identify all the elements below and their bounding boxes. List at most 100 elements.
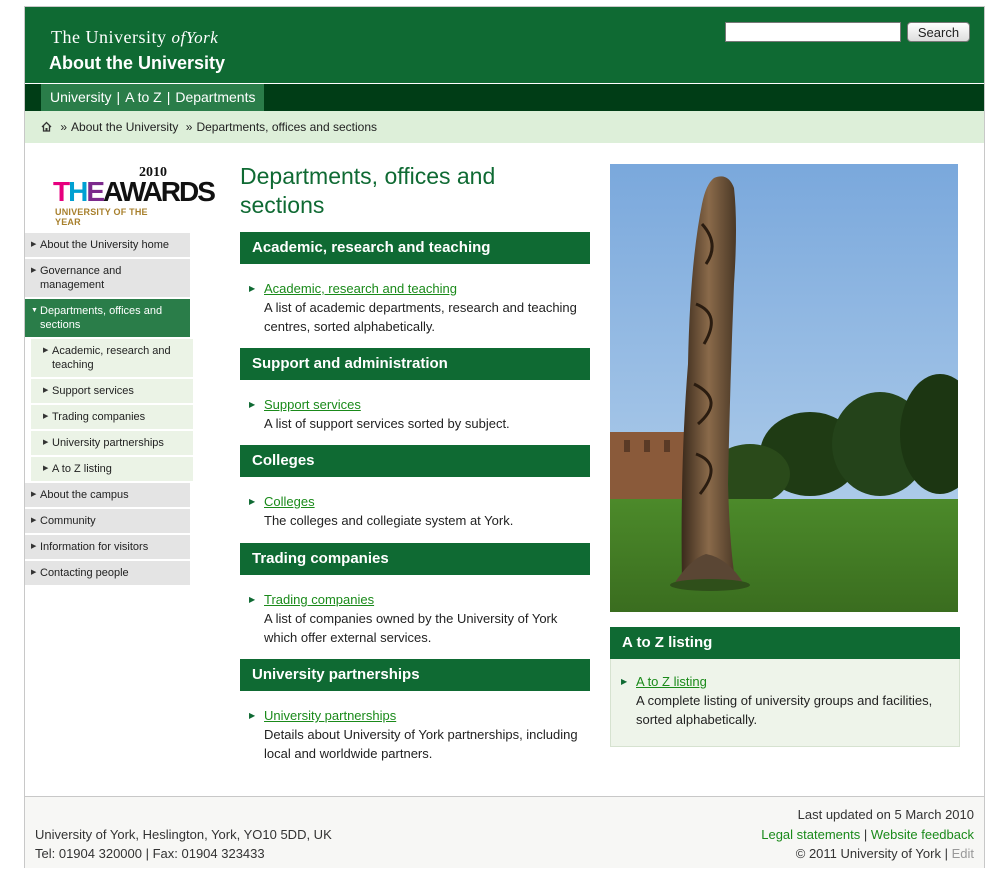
sidebar-subitem-partnerships[interactable]: ▶ University partnerships (31, 431, 193, 457)
arrow-right-icon: ▶ (43, 413, 49, 420)
topnav-link-atoz[interactable]: A to Z (125, 84, 162, 111)
arrow-right-icon: ▶ (249, 284, 256, 293)
arrow-right-icon: ▶ (31, 517, 37, 524)
section-description: A list of companies owned by the Univers… (264, 611, 558, 645)
sidebar-item-label: Information for visitors (40, 541, 149, 553)
footer-separator: | (863, 827, 868, 842)
site-header: The University ofYork About the Universi… (25, 7, 984, 83)
az-listing-heading: A to Z listing (610, 627, 960, 659)
arrow-right-icon: ▶ (31, 267, 37, 274)
arrow-right-icon: ▶ (43, 465, 49, 472)
sidebar-item-visitors[interactable]: ▶ Information for visitors (25, 535, 190, 561)
topnav-link-university[interactable]: University (50, 84, 111, 111)
section-heading-trading: Trading companies (240, 543, 590, 575)
sidebar-item-label: Academic, research and teaching (52, 345, 171, 371)
breadcrumb: » About the University » Departments, offi… (25, 111, 984, 143)
breadcrumb-item-current: Departments, offices and sections (196, 120, 377, 134)
arrow-right-icon: ▶ (31, 491, 37, 498)
sidebar-item-about-home[interactable]: ▶ About the University home (25, 233, 190, 259)
footer-address: University of York, Heslington, York, YO… (35, 827, 332, 842)
sidebar-navigation: ▶ About the University home ▶ Governance a… (25, 233, 193, 587)
top-navigation: University | A to Z | Departments (25, 84, 984, 111)
section-heading-support: Support and administration (240, 348, 590, 380)
edit-link[interactable]: Edit (952, 846, 974, 861)
home-icon[interactable] (41, 111, 53, 143)
sidebar-item-label: About the University home (40, 239, 170, 251)
awards-subtitle: UNIVERSITY OF THE YEAR (55, 207, 148, 227)
logo-text-suffix: York (185, 28, 219, 47)
arrow-right-icon: ▶ (31, 569, 37, 576)
page-title: Departments, offices and sections (240, 163, 496, 218)
arrow-right-icon: ▶ (249, 711, 256, 720)
awards-title: THEAWARDS (53, 176, 216, 207)
link-az-listing[interactable]: A to Z listing (636, 672, 707, 691)
footer-separator: | (944, 846, 948, 861)
link-university-partnerships[interactable]: University partnerships (264, 706, 396, 725)
website-feedback-link[interactable]: Website feedback (871, 827, 974, 842)
section-heading-colleges: Colleges (240, 445, 590, 477)
arrow-right-icon: ▶ (31, 543, 37, 550)
breadcrumb-item-about[interactable]: About the University (71, 120, 178, 134)
awards-letter-e: E (86, 176, 105, 207)
breadcrumb-separator: » (60, 120, 68, 134)
university-logo[interactable]: The University ofYork (51, 27, 218, 48)
site-footer: University of York, Heslington, York, YO… (25, 796, 984, 868)
copyright-text: © 2011 University of York (795, 846, 941, 861)
link-colleges[interactable]: Colleges (264, 492, 315, 511)
footer-contact-numbers: Tel: 01904 320000 | Fax: 01904 323433 (35, 846, 265, 861)
sidebar-item-label: Departments, offices and sections (40, 305, 163, 331)
logo-text-of: of (171, 28, 186, 47)
sidebar-item-governance[interactable]: ▶ Governance and management (25, 259, 190, 299)
arrow-right-icon: ▶ (43, 387, 49, 394)
sidebar-item-label: Contacting people (40, 567, 129, 579)
section-description: A list of support services sorted by sub… (264, 416, 510, 431)
awards-letter-h: H (68, 176, 88, 207)
top-nav-links: University | A to Z | Departments (41, 84, 265, 111)
sidebar-item-departments[interactable]: ▼ Departments, offices and sections (25, 299, 190, 339)
sidebar-item-label: Support services (52, 385, 134, 397)
sculpture-photo (610, 164, 958, 612)
az-listing-box: ▶ A to Z listing A complete listing of u… (610, 659, 960, 747)
legal-statements-link[interactable]: Legal statements (761, 827, 860, 842)
arrow-right-icon: ▶ (621, 677, 628, 686)
sidebar-item-label: Community (40, 515, 96, 527)
section-description: A list of academic departments, research… (264, 300, 577, 334)
footer-last-updated: Last updated on 5 March 2010 (797, 807, 974, 822)
sidebar-item-label: Governance and management (40, 265, 122, 291)
topnav-separator: | (166, 89, 171, 105)
page-container: The University ofYork About the Universi… (24, 6, 985, 868)
topnav-link-departments[interactable]: Departments (175, 84, 255, 111)
awards-logo: 2010 THEAWARDS UNIVERSITY OF THE YEAR (53, 165, 216, 227)
sidebar-item-label: University partnerships (52, 437, 164, 449)
sidebar-subitem-support[interactable]: ▶ Support services (31, 379, 193, 405)
sidebar-item-community[interactable]: ▶ Community (25, 509, 190, 535)
section-description: The colleges and collegiate system at Yo… (264, 513, 514, 528)
search-input[interactable] (725, 22, 901, 42)
arrow-right-icon: ▶ (249, 400, 256, 409)
awards-word: AWARDS (103, 176, 216, 207)
sidebar-item-label: About the campus (40, 489, 129, 501)
sidebar-item-label: A to Z listing (52, 463, 112, 475)
section-heading-academic: Academic, research and teaching (240, 232, 590, 264)
site-title[interactable]: About the University (49, 53, 225, 74)
awards-letter-t: T (53, 176, 70, 207)
sidebar-item-campus[interactable]: ▶ About the campus (25, 483, 190, 509)
sidebar-item-contacting[interactable]: ▶ Contacting people (25, 561, 190, 587)
link-trading-companies[interactable]: Trading companies (264, 590, 374, 609)
link-support-services[interactable]: Support services (264, 395, 361, 414)
arrow-right-icon: ▶ (43, 439, 49, 446)
arrow-right-icon: ▶ (249, 595, 256, 604)
link-academic[interactable]: Academic, research and teaching (264, 279, 457, 298)
arrow-right-icon: ▶ (43, 347, 49, 354)
sidebar-subitem-atoz[interactable]: ▶ A to Z listing (31, 457, 193, 483)
az-description: A complete listing of university groups … (636, 693, 933, 727)
breadcrumb-separator: » (185, 120, 193, 134)
section-description: Details about University of York partner… (264, 727, 578, 761)
search-button[interactable]: Search (907, 22, 970, 42)
sidebar-subitem-trading[interactable]: ▶ Trading companies (31, 405, 193, 431)
arrow-down-icon: ▼ (31, 307, 38, 314)
footer-copyright: © 2011 University of York | Edit (796, 846, 974, 861)
arrow-right-icon: ▶ (249, 497, 256, 506)
sidebar-subitem-academic[interactable]: ▶ Academic, research and teaching (31, 339, 193, 379)
footer-links: Legal statements | Website feedback (761, 827, 974, 842)
